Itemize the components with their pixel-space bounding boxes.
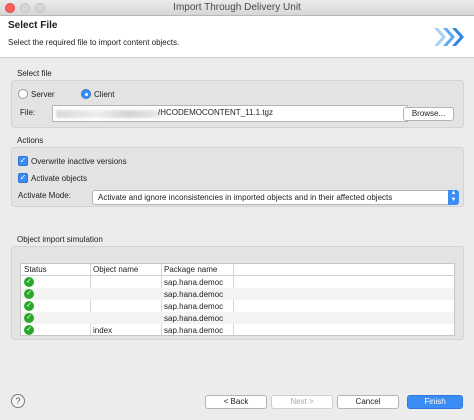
table-row[interactable]: ✓ sap.hana.democ: [21, 276, 454, 288]
server-radio-label[interactable]: Server: [31, 90, 55, 99]
back-button[interactable]: < Back: [205, 395, 267, 409]
package-name-cell: sap.hana.democ: [164, 314, 224, 323]
table-row[interactable]: ✓ index sap.hana.democ: [21, 324, 454, 335]
window-title: Import Through Delivery Unit: [173, 2, 301, 13]
check-circle-icon: ✓: [24, 301, 34, 311]
simulation-table[interactable]: Status Object name Package name ✓ sap.ha…: [20, 263, 455, 336]
file-label: File:: [20, 108, 36, 117]
redacted-path: [56, 110, 160, 118]
package-name-cell: sap.hana.democ: [164, 278, 224, 287]
help-icon[interactable]: ?: [11, 394, 25, 408]
client-radio[interactable]: [81, 89, 91, 99]
select-file-group: Select file Server Client File: /HCODEMO…: [11, 69, 464, 128]
simulation-group: Object import simulation Status Object n…: [11, 235, 464, 340]
table-row[interactable]: ✓ sap.hana.democ: [21, 288, 454, 300]
finish-button[interactable]: Finish: [407, 395, 463, 409]
next-button[interactable]: Next >: [271, 395, 333, 409]
overwrite-label[interactable]: Overwrite inactive versions: [31, 157, 127, 166]
check-circle-icon: ✓: [24, 277, 34, 287]
table-row[interactable]: ✓ sap.hana.democ: [21, 312, 454, 324]
activate-mode-label: Activate Mode:: [18, 191, 71, 200]
client-radio-label[interactable]: Client: [94, 90, 114, 99]
file-path-value: /HCODEMOCONTENT_11.1.tgz: [158, 108, 273, 117]
select-file-group-title: Select file: [17, 69, 52, 78]
simulation-group-title: Object import simulation: [17, 235, 103, 244]
object-name-cell: index: [93, 326, 113, 335]
server-radio[interactable]: [18, 89, 28, 99]
check-circle-icon: ✓: [24, 289, 34, 299]
activate-objects-checkbox[interactable]: ✓: [18, 173, 28, 183]
check-circle-icon: ✓: [24, 313, 34, 323]
browse-button[interactable]: Browse...: [403, 107, 454, 121]
activate-objects-label[interactable]: Activate objects: [31, 174, 87, 183]
wizard-chevron-icon: [430, 24, 464, 50]
page-description: Select the required file to import conte…: [8, 38, 180, 47]
package-name-cell: sap.hana.democ: [164, 290, 224, 299]
activate-mode-value: Activate and ignore inconsistencies in i…: [98, 193, 393, 202]
wizard-header: Select File Select the required file to …: [0, 16, 474, 58]
column-status[interactable]: Status: [24, 265, 47, 274]
file-path-input[interactable]: /HCODEMOCONTENT_11.1.tgz: [52, 105, 408, 122]
check-circle-icon: ✓: [24, 325, 34, 335]
activate-mode-select[interactable]: Activate and ignore inconsistencies in i…: [92, 190, 459, 205]
page-title: Select File: [8, 20, 58, 31]
chevron-updown-icon: ▲ ▼: [448, 190, 459, 205]
column-package-name[interactable]: Package name: [164, 265, 217, 274]
package-name-cell: sap.hana.democ: [164, 302, 224, 311]
package-name-cell: sap.hana.democ: [164, 326, 224, 335]
actions-group-title: Actions: [17, 136, 44, 145]
cancel-button[interactable]: Cancel: [337, 395, 399, 409]
table-header: Status Object name Package name: [21, 264, 454, 276]
column-object-name[interactable]: Object name: [93, 265, 138, 274]
window-titlebar: Import Through Delivery Unit: [0, 0, 474, 16]
table-row[interactable]: ✓ sap.hana.democ: [21, 300, 454, 312]
actions-group: Actions ✓ Overwrite inactive versions ✓ …: [11, 136, 464, 207]
overwrite-checkbox[interactable]: ✓: [18, 156, 28, 166]
